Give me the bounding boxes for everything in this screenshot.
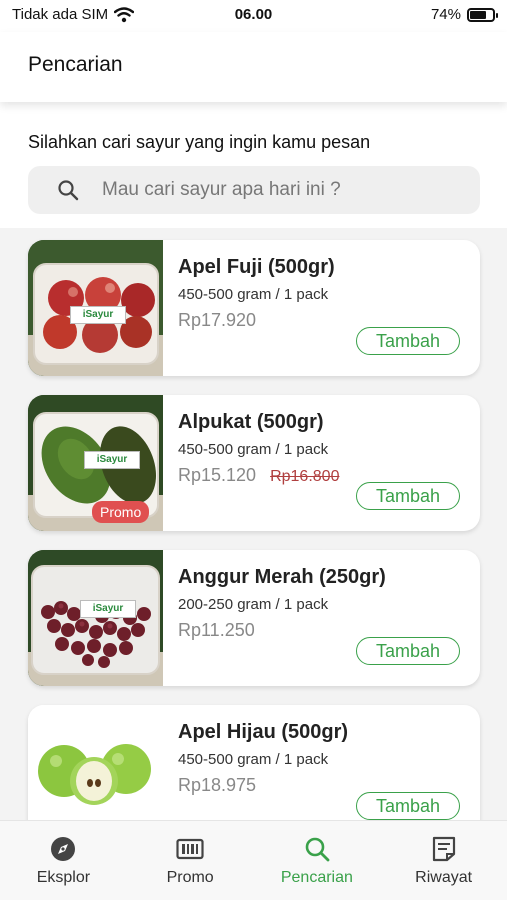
search-input[interactable] <box>102 179 462 201</box>
compass-icon <box>51 837 76 861</box>
product-name: Apel Fuji (500gr) <box>178 256 335 278</box>
price-row: Rp17.920 <box>178 310 256 331</box>
nav-item-eksplor[interactable]: Eksplor <box>0 821 127 900</box>
search-box[interactable] <box>28 166 480 214</box>
product-pack: 450-500 gram / 1 pack <box>178 286 329 303</box>
price-row: Rp18.975 <box>178 775 256 796</box>
history-icon <box>432 836 455 862</box>
nav-label: Pencarian <box>280 869 353 886</box>
product-card[interactable]: iSayur Anggur Merah (250gr) 200-250 gram… <box>28 550 480 686</box>
add-button[interactable]: Tambah <box>356 327 460 355</box>
product-price: Rp18.975 <box>178 775 257 795</box>
product-name: Alpukat (500gr) <box>178 411 324 433</box>
product-image: iSayur Promo <box>28 395 163 531</box>
promo-icon <box>176 838 204 860</box>
price-row: Rp15.120 Rp16.800 <box>178 465 339 486</box>
battery-percent: 74% <box>430 6 461 23</box>
product-pack: 450-500 gram / 1 pack <box>178 751 329 768</box>
nav-item-promo[interactable]: Promo <box>127 821 254 900</box>
nav-label: Eksplor <box>36 869 91 886</box>
status-bar: Tidak ada SIM 06.00 74% <box>0 0 507 32</box>
search-icon <box>305 837 330 862</box>
add-button[interactable]: Tambah <box>356 792 460 820</box>
search-icon <box>58 180 79 201</box>
bottom-nav: Eksplor Promo Pencarian Riwayat <box>0 820 507 900</box>
product-pack: 450-500 gram / 1 pack <box>178 441 329 458</box>
product-list[interactable]: iSayur Apel Fuji (500gr) 450-500 gram / … <box>0 228 507 820</box>
product-price: Rp15.120 <box>178 465 257 485</box>
promo-badge: Promo <box>92 501 150 523</box>
add-button[interactable]: Tambah <box>356 482 460 510</box>
product-pack: 200-250 gram / 1 pack <box>178 596 329 613</box>
product-image: iSayur <box>28 240 163 376</box>
original-price: Rp16.800 <box>270 468 340 485</box>
brand-tag: iSayur <box>70 306 126 324</box>
product-card[interactable]: Apel Hijau (500gr) 450-500 gram / 1 pack… <box>28 705 480 820</box>
add-button[interactable]: Tambah <box>356 637 460 665</box>
nav-label: Riwayat <box>415 869 473 886</box>
nav-item-riwayat[interactable]: Riwayat <box>380 821 507 900</box>
product-image: iSayur <box>28 550 163 686</box>
product-price: Rp11.250 <box>178 620 255 640</box>
product-card[interactable]: iSayur Apel Fuji (500gr) 450-500 gram / … <box>28 240 480 376</box>
page-title: Pencarian <box>28 53 123 76</box>
product-name: Anggur Merah (250gr) <box>178 566 386 588</box>
search-section: Silahkan cari sayur yang ingin kamu pesa… <box>0 104 507 228</box>
nav-item-pencarian[interactable]: Pencarian <box>254 821 381 900</box>
product-name: Apel Hijau (500gr) <box>178 721 349 743</box>
brand-tag: iSayur <box>84 451 140 469</box>
product-price: Rp17.920 <box>178 310 257 330</box>
product-card[interactable]: iSayur Promo Alpukat (500gr) 450-500 gra… <box>28 395 480 531</box>
battery-status: 74% <box>430 6 498 23</box>
nav-label: Promo <box>166 869 214 886</box>
battery-icon <box>467 7 498 22</box>
brand-tag: iSayur <box>80 600 136 618</box>
search-prompt: Silahkan cari sayur yang ingin kamu pesa… <box>28 132 371 152</box>
product-image <box>28 705 163 820</box>
price-row: Rp11.250 <box>178 620 255 641</box>
app-header: Pencarian <box>0 32 507 102</box>
